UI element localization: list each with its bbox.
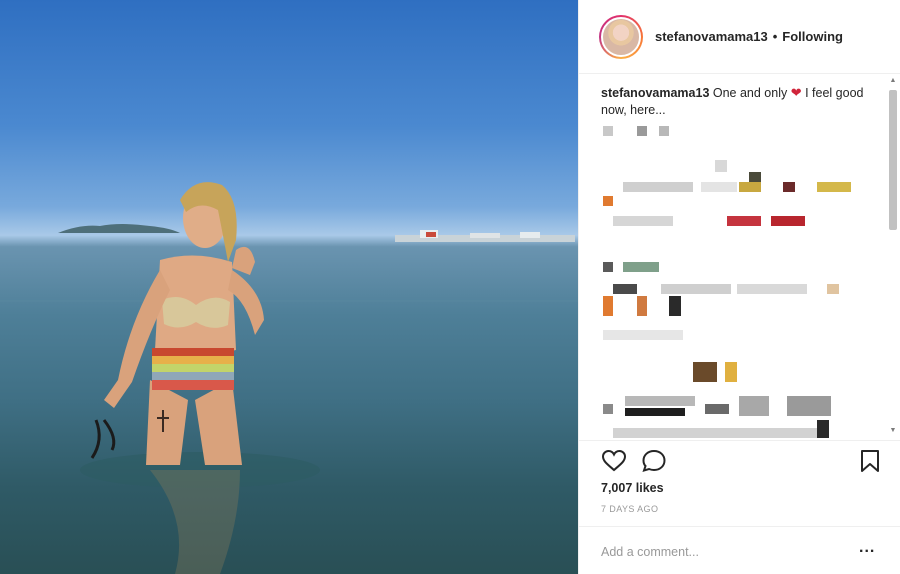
comments-area[interactable]: stefanovamama13 One and only ❤ I feel go… — [601, 84, 897, 438]
separator-dot: • — [772, 29, 778, 44]
likes-count[interactable]: 7,007 likes — [601, 481, 664, 495]
scroll-thumb[interactable] — [889, 90, 897, 230]
action-bar — [579, 440, 900, 480]
header-username[interactable]: stefanovamama13 — [655, 29, 768, 44]
more-options-icon[interactable]: ... — [859, 539, 875, 557]
avatar[interactable] — [599, 14, 643, 59]
heart-outline-icon[interactable] — [601, 449, 627, 478]
add-comment-input[interactable] — [601, 543, 851, 561]
following-button[interactable]: Following — [782, 29, 843, 44]
red-heart-emoji-icon: ❤ — [790, 85, 802, 100]
bookmark-icon[interactable] — [859, 449, 881, 478]
beach-photo-illustration — [0, 182, 578, 574]
caption-username[interactable]: stefanovamama13 — [601, 86, 709, 100]
caption-text-1: One and only — [709, 86, 791, 100]
comment-bar: ... — [579, 526, 900, 574]
pixelated-comments — [601, 120, 887, 438]
island-shape — [58, 224, 180, 233]
post-photo[interactable] — [0, 0, 578, 574]
post-caption: stefanovamama13 One and only ❤ I feel go… — [601, 84, 877, 119]
post-side-panel: stefanovamama13 • Following stefanovamam… — [578, 0, 900, 574]
speech-bubble-icon[interactable] — [641, 449, 667, 478]
post-header: stefanovamama13 • Following — [579, 0, 900, 74]
avatar-image — [601, 16, 641, 57]
scroll-up-arrow-icon[interactable]: ▲ — [888, 76, 898, 86]
post-timestamp[interactable]: 7 DAYS AGO — [601, 504, 658, 514]
header-text: stefanovamama13 • Following — [655, 29, 843, 44]
scroll-down-arrow-icon[interactable]: ▼ — [888, 426, 898, 436]
comments-scrollbar[interactable]: ▲ ▼ — [887, 76, 899, 436]
